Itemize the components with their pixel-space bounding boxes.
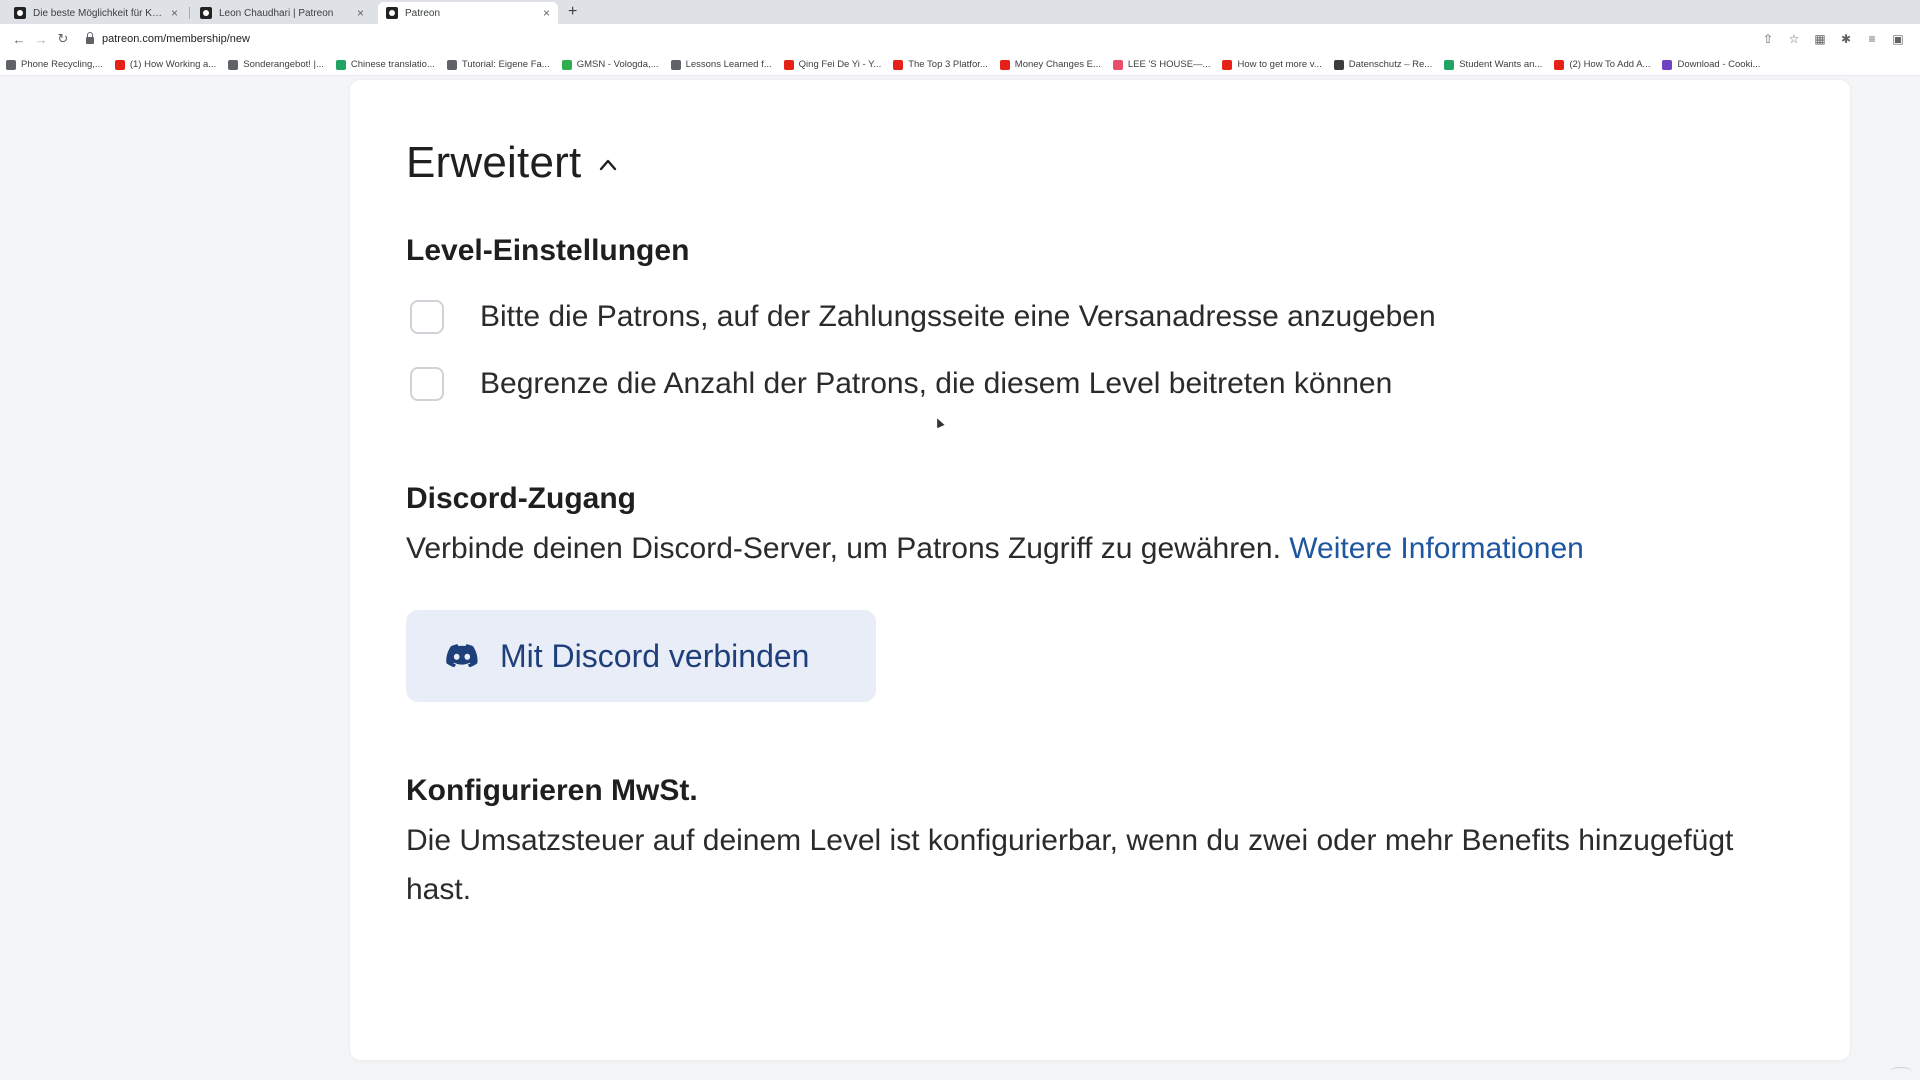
- browser-tab-label: Leon Chaudhari | Patreon: [219, 7, 334, 19]
- settings-card: Erweitert Level-Einstellungen Bitte die …: [350, 80, 1850, 1060]
- bookmark-label: The Top 3 Platfor...: [908, 59, 988, 70]
- youtube-icon: [783, 59, 794, 70]
- bookmark-item[interactable]: (1) How Working a...: [114, 59, 217, 70]
- browser-tab-label: Die beste Möglichkeit für Küns: [33, 7, 165, 19]
- advanced-section-toggle[interactable]: Erweitert: [406, 138, 617, 188]
- discord-description-text: Verbinde deinen Discord-Server, um Patro…: [406, 532, 1281, 565]
- bookmark-item[interactable]: Sonderangebot! |...: [228, 59, 324, 70]
- close-tab-icon[interactable]: ×: [543, 6, 550, 20]
- bookmark-label: Tutorial: Eigene Fa...: [461, 59, 550, 70]
- patreon-favicon-icon: [14, 7, 26, 19]
- extension-icon[interactable]: ▦: [1812, 31, 1828, 47]
- shipping-address-checkbox[interactable]: [410, 300, 444, 334]
- address-bar[interactable]: patreon.com/membership/new: [86, 28, 1760, 50]
- browser-tab-active[interactable]: Patreon ×: [378, 2, 558, 24]
- limit-patrons-label: Begrenze die Anzahl der Patrons, die die…: [480, 367, 1393, 400]
- discord-access-heading: Discord-Zugang: [406, 482, 636, 515]
- connect-discord-button[interactable]: Mit Discord verbinden: [406, 610, 876, 702]
- shipping-address-option[interactable]: Bitte die Patrons, auf der Zahlungsseite…: [410, 300, 1436, 334]
- reload-icon[interactable]: ↻: [52, 28, 74, 50]
- bookmark-item[interactable]: Tutorial: Eigene Fa...: [446, 59, 550, 70]
- close-tab-icon[interactable]: ×: [171, 6, 178, 20]
- bookmark-label: Download - Cooki...: [1677, 59, 1761, 70]
- bookmark-icon: [228, 59, 239, 70]
- bookmark-icon: [670, 59, 681, 70]
- back-arrow-icon[interactable]: ←: [8, 28, 30, 50]
- bookmark-label: Datenschutz – Re...: [1348, 59, 1433, 70]
- bookmark-icon: [335, 59, 346, 70]
- bookmark-icon: [6, 59, 16, 70]
- browser-tab-strip: Die beste Möglichkeit für Küns × Leon Ch…: [0, 0, 1920, 24]
- bookmark-label: Student Wants an...: [1459, 59, 1543, 70]
- shipping-address-label: Bitte die Patrons, auf der Zahlungsseite…: [480, 300, 1436, 333]
- youtube-icon: [1554, 59, 1565, 70]
- bookmark-item[interactable]: LEE 'S HOUSE—...: [1112, 59, 1211, 70]
- limit-patrons-option[interactable]: Begrenze die Anzahl der Patrons, die die…: [410, 367, 1392, 401]
- bookmark-item[interactable]: Download - Cooki...: [1662, 59, 1760, 70]
- bookmark-item[interactable]: Lessons Learned f...: [670, 59, 772, 70]
- reading-list-icon[interactable]: ≡: [1864, 31, 1880, 47]
- bookmark-item[interactable]: Student Wants an...: [1444, 59, 1542, 70]
- bookmark-label: Chinese translatio...: [350, 59, 435, 70]
- close-tab-icon[interactable]: ×: [357, 6, 364, 20]
- toolbar-actions: ⇧ ☆ ▦ ✱ ≡ ▣: [1760, 31, 1906, 47]
- bookmark-label: Qing Fei De Yi - Y...: [798, 59, 882, 70]
- limit-patrons-checkbox[interactable]: [410, 367, 444, 401]
- hash-icon: [446, 59, 457, 70]
- bookmark-label: Money Changes E...: [1014, 59, 1101, 70]
- discord-description: Verbinde deinen Discord-Server, um Patro…: [406, 524, 1584, 573]
- discord-icon: [446, 644, 478, 668]
- bookmark-label: How to get more v...: [1237, 59, 1322, 70]
- lock-icon: [86, 32, 94, 44]
- bookmark-star-icon[interactable]: ☆: [1786, 31, 1802, 47]
- bookmark-icon: [1444, 59, 1455, 70]
- patreon-favicon-icon: [200, 7, 212, 19]
- more-info-link[interactable]: Weitere Informationen: [1289, 532, 1584, 565]
- bookmark-item[interactable]: Phone Recycling,...: [6, 59, 103, 70]
- browser-tab-label: Patreon: [405, 7, 441, 19]
- bookmark-item[interactable]: Qing Fei De Yi - Y...: [783, 59, 882, 70]
- tab-separator: [189, 7, 190, 19]
- bookmark-icon: [1333, 59, 1344, 70]
- bookmark-label: GMSN - Vologda,...: [576, 59, 659, 70]
- bookmark-icon: [561, 59, 572, 70]
- youtube-icon: [999, 59, 1010, 70]
- bookmark-label: (2) How To Add A...: [1569, 59, 1651, 70]
- patreon-favicon-icon: [386, 7, 398, 19]
- bookmark-item[interactable]: Datenschutz – Re...: [1333, 59, 1433, 70]
- browser-tab[interactable]: Die beste Möglichkeit für Küns ×: [6, 2, 190, 24]
- bookmark-item[interactable]: Chinese translatio...: [335, 59, 435, 70]
- browser-tab[interactable]: Leon Chaudhari | Patreon ×: [192, 2, 372, 24]
- bookmark-label: Lessons Learned f...: [685, 59, 772, 70]
- puzzle-icon[interactable]: ✱: [1838, 31, 1854, 47]
- section-title: Erweitert: [406, 138, 582, 187]
- chevron-up-icon[interactable]: [599, 156, 617, 174]
- bookmark-label: (1) How Working a...: [129, 59, 217, 70]
- vat-heading: Konfigurieren MwSt.: [406, 774, 698, 807]
- browser-toolbar: ← → ↻ patreon.com/membership/new ⇧ ☆ ▦ ✱…: [0, 24, 1920, 54]
- bookmark-item[interactable]: Money Changes E...: [999, 59, 1101, 70]
- bookmark-item[interactable]: How to get more v...: [1222, 59, 1322, 70]
- side-panel-icon[interactable]: ▣: [1890, 31, 1906, 47]
- new-tab-button[interactable]: +: [568, 2, 577, 24]
- youtube-icon: [1222, 59, 1233, 70]
- bookmark-item[interactable]: (2) How To Add A...: [1554, 59, 1650, 70]
- bookmark-label: LEE 'S HOUSE—...: [1127, 59, 1211, 70]
- bookmark-label: Phone Recycling,...: [21, 59, 103, 70]
- address-url: patreon.com/membership/new: [102, 33, 250, 45]
- airbnb-icon: [1112, 59, 1123, 70]
- share-icon[interactable]: ⇧: [1760, 31, 1776, 47]
- bookmark-item[interactable]: The Top 3 Platfor...: [893, 59, 988, 70]
- corner-decoration: [1890, 1067, 1912, 1076]
- level-settings-heading: Level-Einstellungen: [406, 234, 690, 267]
- forward-arrow-icon[interactable]: →: [30, 28, 52, 50]
- bookmark-icon: [1662, 59, 1673, 70]
- vat-description: Die Umsatzsteuer auf deinem Level ist ko…: [406, 824, 1734, 906]
- youtube-icon: [114, 59, 125, 70]
- bookmark-label: Sonderangebot! |...: [243, 59, 324, 70]
- bookmarks-bar: Phone Recycling,... (1) How Working a...…: [0, 54, 1920, 76]
- youtube-icon: [893, 59, 904, 70]
- connect-discord-label: Mit Discord verbinden: [500, 637, 810, 674]
- bookmark-item[interactable]: GMSN - Vologda,...: [561, 59, 659, 70]
